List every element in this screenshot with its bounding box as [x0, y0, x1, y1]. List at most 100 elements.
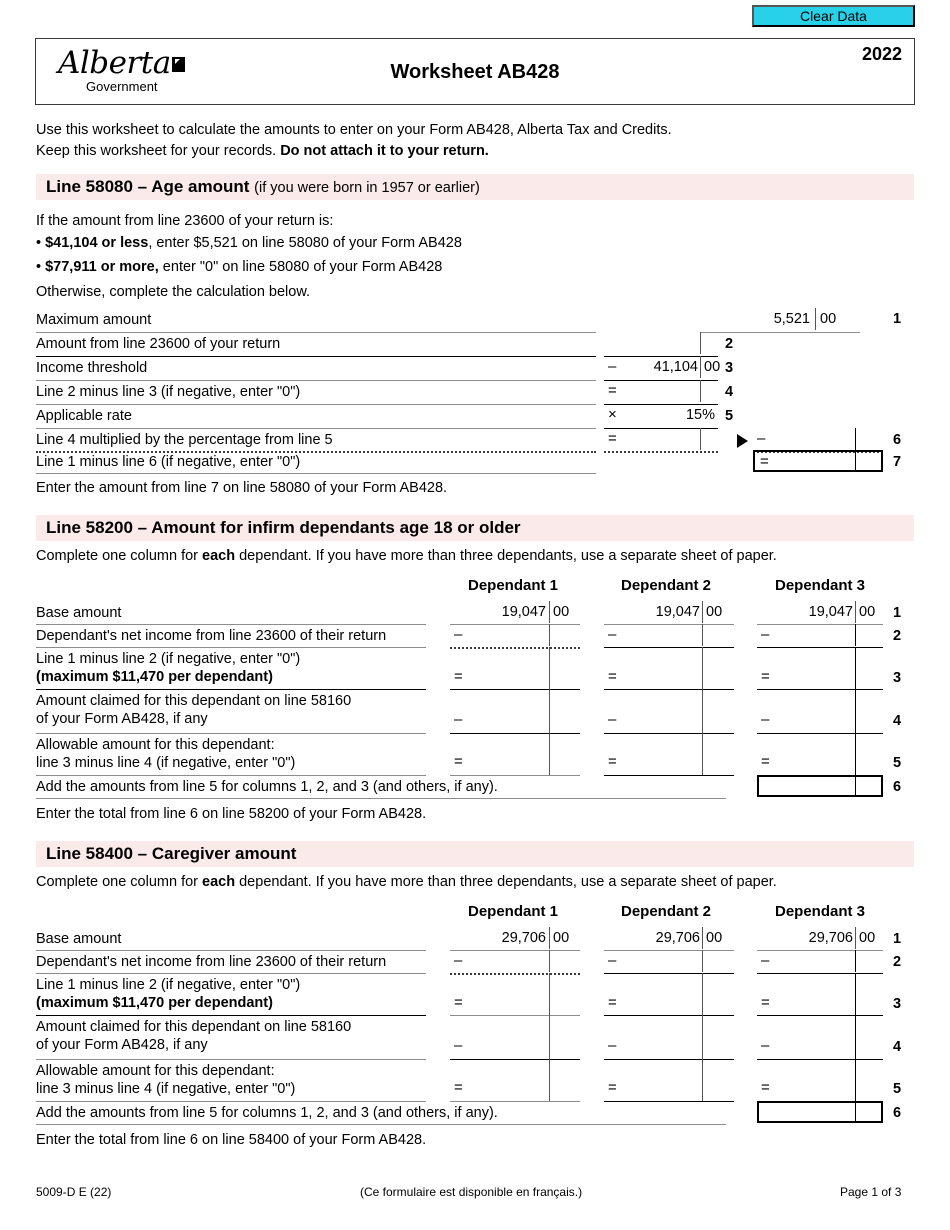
- row-58200-2-number: 2: [893, 628, 902, 644]
- row-58200-3-dep1-divider: [549, 647, 550, 689]
- col-header-58400-dep2: Dependant 2: [621, 903, 712, 920]
- row-58400-2-rule-left: [36, 973, 426, 974]
- section-58400-footer-note: Enter the total from line 6 on line 5840…: [36, 1132, 427, 1148]
- row-58400-3-number: 3: [893, 996, 902, 1012]
- section-58080-bullet-2: • $77,911 or more, enter "0" on line 580…: [36, 259, 443, 275]
- row-58080-4-divider: [700, 380, 701, 402]
- row-58200-5-dep1-operator: =: [454, 753, 463, 770]
- row-58080-2-divider: [700, 332, 701, 354]
- row-58200-4-label-b: of your Form AB428, if any: [36, 711, 208, 727]
- row-58080-1-rule-left: [36, 332, 596, 333]
- row-58200-3-dep1-operator: =: [454, 668, 463, 685]
- intro-text: Use this worksheet to calculate the amou…: [36, 120, 672, 162]
- row-58200-6-rule-left: [36, 798, 726, 799]
- row-58080-6-right-divider: [855, 428, 856, 450]
- col-header-58200-dep1: Dependant 1: [468, 577, 559, 594]
- page-title: Worksheet AB428: [390, 61, 560, 83]
- section-header-58400: Line 58400 – Caregiver amount: [36, 841, 914, 867]
- row-58200-3-rule-dep1: [450, 689, 580, 690]
- row-58080-7-operator: =: [760, 453, 769, 470]
- row-58400-4-rule-dep1: [450, 1059, 580, 1060]
- row-58200-2-dep3-operator: –: [761, 626, 770, 643]
- row-58400-5-dep1-divider: [549, 1059, 550, 1101]
- row-58400-1-dep2-dollars: 29,706: [655, 930, 700, 946]
- row-58080-5-rule-left: [36, 428, 596, 429]
- col-header-58200-dep3: Dependant 3: [775, 577, 866, 594]
- row-58400-2-rule-dep1: [450, 973, 580, 975]
- row-58400-6-total-field[interactable]: [757, 1101, 883, 1123]
- row-58400-4-number: 4: [893, 1039, 902, 1055]
- row-58200-2-rule-dep1: [450, 647, 580, 649]
- row-58080-6-number: 6: [893, 432, 902, 448]
- row-58080-6-label: Line 4 multiplied by the percentage from…: [36, 432, 333, 448]
- row-58080-4-rule-left: [36, 404, 596, 405]
- row-58200-1-dep2-cents: 00: [706, 604, 723, 620]
- row-58200-1-dep1-divider: [549, 601, 550, 623]
- footer-french-note: (Ce formulaire est disponible en françai…: [360, 1185, 583, 1199]
- row-58400-3-dep3-divider: [855, 973, 856, 1015]
- row-58400-5-dep3-divider: [855, 1059, 856, 1101]
- row-58080-2-label: Amount from line 23600 of your return: [36, 336, 281, 352]
- section-58080-footer-note: Enter the amount from line 7 on line 580…: [36, 480, 448, 496]
- row-58400-1-number: 1: [893, 931, 902, 947]
- row-58080-7-rule-left: [36, 473, 596, 474]
- row-58400-3-dep2-operator: =: [608, 994, 617, 1011]
- row-58200-5-label-a: Allowable amount for this dependant:: [36, 737, 275, 753]
- row-58400-5-rule-dep1: [450, 1101, 580, 1102]
- col-header-58400-dep1: Dependant 1: [468, 903, 559, 920]
- row-58400-1-rule-dep3: [757, 950, 883, 951]
- row-58200-1-rule-dep2: [604, 624, 734, 625]
- row-58200-4-dep3-operator: –: [761, 711, 770, 728]
- row-58200-3-label-b: (maximum $11,470 per dependant): [36, 669, 273, 685]
- row-58200-3-dep2-divider: [702, 647, 703, 689]
- row-58200-1-dep3-divider: [855, 601, 856, 623]
- row-58400-2-dep3-operator: –: [761, 952, 770, 969]
- row-58200-5-rule-dep2: [604, 775, 734, 776]
- row-58400-1-dep1-cents: 00: [553, 930, 570, 946]
- intro-line-2: Keep this worksheet for your records. Do…: [36, 143, 489, 159]
- footer-form-code: 5009-D E (22): [36, 1185, 112, 1199]
- clear-data-button[interactable]: Clear Data: [752, 5, 915, 27]
- section-58080-bullet-1: • $41,104 or less, enter $5,521 on line …: [36, 235, 462, 251]
- row-58400-1-dep3-dollars: 29,706: [808, 930, 853, 946]
- row-58080-3-number: 3: [725, 360, 734, 376]
- row-58080-1-number: 1: [893, 311, 902, 327]
- row-58400-4-rule-left: [36, 1059, 426, 1060]
- row-58200-2-dep2-operator: –: [608, 626, 617, 643]
- row-58400-3-dep2-divider: [702, 973, 703, 1015]
- row-58200-3-rule-dep3: [757, 689, 883, 690]
- row-58400-3-rule-dep3: [757, 1015, 883, 1016]
- tax-year: 2022: [861, 44, 902, 64]
- row-58080-7-divider: [855, 452, 856, 470]
- section-58080-otherwise: Otherwise, complete the calculation belo…: [36, 284, 311, 300]
- row-58080-3-divider: [700, 356, 701, 378]
- row-58400-2-dep1-divider: [549, 950, 550, 972]
- row-58200-4-dep1-operator: –: [454, 711, 463, 728]
- row-58400-5-rule-left: [36, 1101, 426, 1102]
- row-58400-3-rule-dep1: [450, 1015, 580, 1016]
- row-58200-3-number: 3: [893, 670, 902, 686]
- row-58200-3-dep2-operator: =: [608, 668, 617, 685]
- row-58080-3-rule-left: [36, 380, 596, 381]
- row-58200-5-rule-dep1: [450, 775, 580, 776]
- row-58400-4-dep3-divider: [855, 1015, 856, 1059]
- row-58200-6-total-field[interactable]: [757, 775, 883, 797]
- row-58400-2-dep2-operator: –: [608, 952, 617, 969]
- row-58200-3-dep3-operator: =: [761, 668, 770, 685]
- row-58200-2-label: Dependant's net income from line 23600 o…: [36, 628, 387, 644]
- row-58200-3-rule-dep2: [604, 689, 734, 690]
- row-58080-7-total-field[interactable]: =: [753, 450, 883, 472]
- col-header-58400-dep3: Dependant 3: [775, 903, 866, 920]
- row-58080-4-operator: =: [608, 382, 617, 399]
- row-58080-3-dollars: 41,104: [653, 359, 698, 375]
- section-58200-footer-note: Enter the total from line 6 on line 5820…: [36, 806, 427, 822]
- row-58400-2-dep2-divider: [702, 950, 703, 972]
- section-58080-subtitle: (if you were born in 1957 or earlier): [254, 180, 480, 196]
- row-58200-5-dep3-operator: =: [761, 753, 770, 770]
- row-58200-5-dep3-divider: [855, 733, 856, 775]
- row-58200-1-rule-left: [36, 624, 426, 625]
- row-58400-1-label: Base amount: [36, 931, 122, 947]
- row-58200-3-dep3-divider: [855, 647, 856, 689]
- row-58400-3-dep1-divider: [549, 973, 550, 1015]
- row-58200-4-dep2-operator: –: [608, 711, 617, 728]
